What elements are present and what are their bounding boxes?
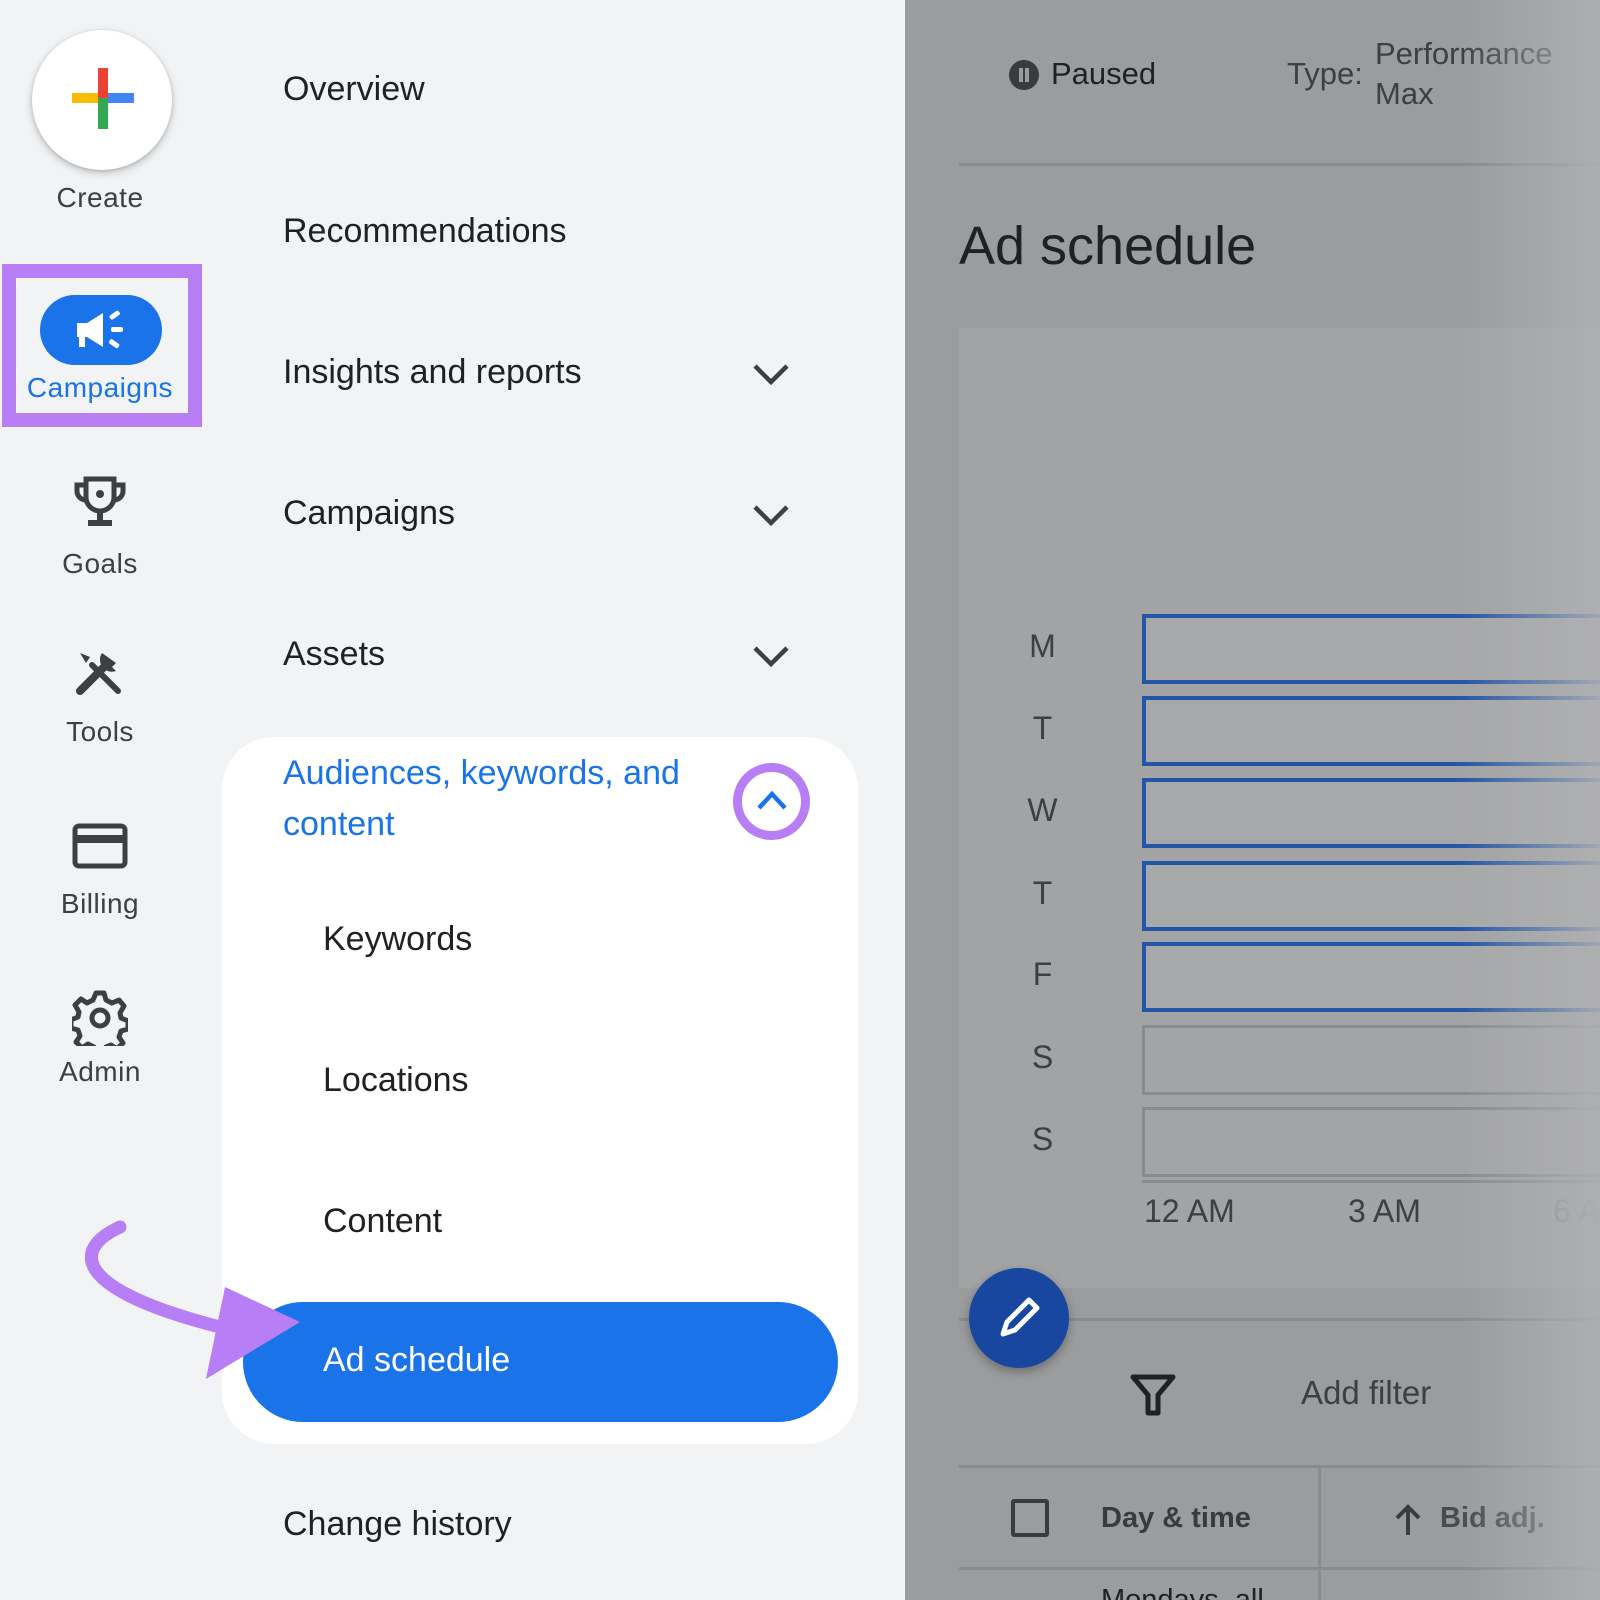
campaign-type-value-line1: Performance <box>1375 36 1553 71</box>
day-label: W <box>1027 792 1058 828</box>
day-bar <box>1142 942 1600 1012</box>
day-bar <box>1142 778 1600 848</box>
nav-recommendations[interactable]: Recommendations <box>283 212 566 251</box>
campaigns-rail-label[interactable]: Campaigns <box>0 372 200 404</box>
nav-content[interactable]: Content <box>323 1202 442 1241</box>
day-bar <box>1142 1025 1600 1095</box>
trophy-icon[interactable] <box>72 475 128 531</box>
create-button[interactable] <box>32 30 172 170</box>
campaign-status: Paused <box>1051 56 1157 91</box>
nav-ad-schedule-label[interactable]: Ad schedule <box>323 1341 510 1380</box>
nav-locations[interactable]: Locations <box>323 1061 469 1100</box>
table-divider <box>959 1465 1600 1468</box>
nav-campaigns[interactable]: Campaigns <box>283 494 455 533</box>
day-label: S <box>1031 1121 1054 1157</box>
day-bar <box>1142 1107 1600 1177</box>
header-divider <box>959 163 1600 166</box>
time-tick: 12 AM <box>1144 1193 1235 1229</box>
billing-label[interactable]: Billing <box>0 888 200 920</box>
nav-assets[interactable]: Assets <box>283 635 385 674</box>
page-title: Ad schedule <box>959 216 1257 276</box>
day-bar <box>1142 861 1600 931</box>
pointer-arrow-icon <box>84 1220 300 1379</box>
day-label: T <box>1032 710 1053 746</box>
nav-change-history[interactable]: Change history <box>283 1505 512 1544</box>
time-axis <box>1142 1180 1600 1183</box>
chevron-down-icon[interactable] <box>752 644 790 668</box>
row-divider <box>959 1567 1600 1570</box>
pencil-icon <box>1000 1297 1040 1337</box>
gear-icon[interactable] <box>72 990 128 1046</box>
tools-label[interactable]: Tools <box>0 716 200 748</box>
sort-arrow-up-icon[interactable] <box>1393 1503 1423 1537</box>
campaigns-rail-button[interactable] <box>40 295 162 365</box>
day-label: S <box>1031 1039 1054 1075</box>
table-row-first[interactable]: Mondays, all <box>1101 1584 1264 1600</box>
campaign-type-label: Type: <box>1287 56 1363 91</box>
day-label: T <box>1032 875 1053 911</box>
time-tick: 3 AM <box>1348 1193 1421 1229</box>
day-bar <box>1142 696 1600 766</box>
day-label: M <box>1029 628 1056 664</box>
day-bar <box>1142 614 1600 684</box>
megaphone-icon <box>77 310 123 349</box>
column-header-bid-adj[interactable]: Bid adj. <box>1440 1502 1545 1535</box>
ad-schedule-page: Paused Type: Performance Max Ad schedule… <box>905 0 1600 1600</box>
credit-card-icon[interactable] <box>72 823 128 869</box>
goals-label[interactable]: Goals <box>0 548 200 580</box>
paused-status-icon <box>1009 60 1039 90</box>
column-divider <box>1318 1468 1321 1600</box>
edit-schedule-button[interactable] <box>969 1268 1069 1368</box>
create-label: Create <box>56 182 144 213</box>
nav-insights-and-reports[interactable]: Insights and reports <box>283 353 582 392</box>
schedule-chart: M T W T F S S 12 AM 3 AM 6 A <box>959 328 1600 1288</box>
nav-keywords[interactable]: Keywords <box>323 920 472 959</box>
tools-icon[interactable] <box>72 645 128 701</box>
nav-overview[interactable]: Overview <box>283 70 425 109</box>
time-tick: 6 A <box>1553 1193 1600 1229</box>
filter-icon[interactable] <box>1130 1372 1176 1418</box>
campaign-type-value-line2: Max <box>1375 76 1434 111</box>
day-label: F <box>1032 956 1053 992</box>
chevron-down-icon[interactable] <box>752 503 790 527</box>
collapse-section-button[interactable] <box>733 763 810 840</box>
chevron-down-icon[interactable] <box>752 362 790 386</box>
chevron-up-icon <box>757 790 787 810</box>
column-header-day-time[interactable]: Day & time <box>1101 1502 1251 1535</box>
admin-label[interactable]: Admin <box>0 1056 200 1088</box>
add-filter-button[interactable]: Add filter <box>1301 1374 1431 1412</box>
nav-audiences-keywords-content[interactable]: Audiences, keywords, and content <box>283 748 743 850</box>
select-all-checkbox[interactable] <box>1011 1499 1049 1537</box>
